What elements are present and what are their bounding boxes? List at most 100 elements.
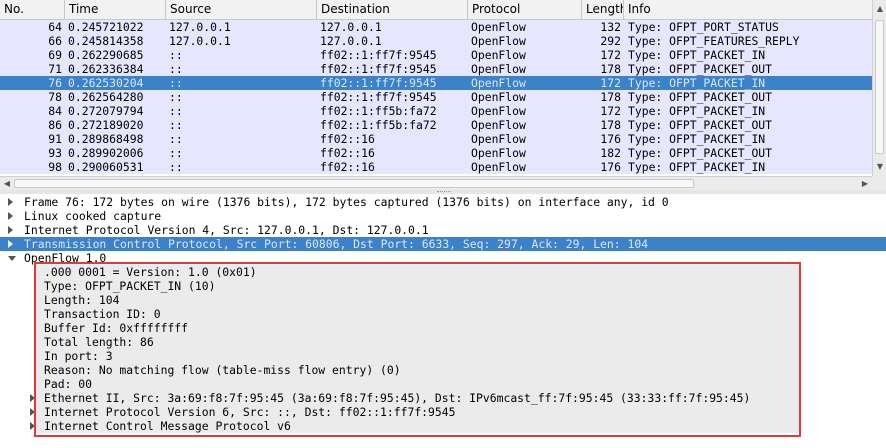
packet-cell-proto: OpenFlow	[471, 146, 526, 160]
packet-cell-time: 0.289902006	[68, 146, 144, 160]
packet-cell-len: 182	[600, 146, 621, 160]
packet-row[interactable]: 86 0.272189020:: ff02::1:ff5b:fa72 OpenFlow…	[0, 118, 872, 132]
packet-row[interactable]: 84 0.272079794:: ff02::1:ff5b:fa72 OpenFlow…	[0, 104, 872, 118]
openflow-field-row[interactable]: Transaction ID: 0	[34, 307, 801, 321]
expand-triangle-icon[interactable]	[30, 394, 35, 402]
packet-row[interactable]: 71 0.262336384:: ff02::1:ff7f:9545 OpenFlow…	[0, 62, 872, 76]
packet-cell-len: 172	[600, 104, 621, 118]
protocol-tree-row[interactable]: Linux cooked capture	[0, 209, 886, 223]
openflow-field-row[interactable]: Ethernet II, Src: 3a:69:f8:7f:95:45 (3a:…	[30, 391, 801, 405]
packet-cell-no: 78	[48, 90, 62, 104]
column-header-time[interactable]: Time	[65, 0, 166, 19]
packet-row[interactable]: 93 0.289902006:: ff02::16 OpenFlow 182 Type: …	[0, 146, 872, 160]
packet-row[interactable]: 64 0.245721022 127.0.0.1 127.0.0.1 OpenFlow 1…	[0, 20, 872, 34]
openflow-field-row[interactable]: Buffer Id: 0xffffffff	[34, 321, 801, 335]
expand-triangle-icon[interactable]	[8, 212, 13, 220]
packet-cell-src: ::	[169, 90, 183, 104]
expand-triangle-icon[interactable]	[30, 422, 35, 430]
packet-cell-src: 127.0.0.1	[169, 34, 231, 48]
openflow-field-row[interactable]: Reason: No matching flow (table-miss flo…	[34, 363, 801, 377]
packet-cell-proto: OpenFlow	[471, 132, 526, 146]
tree-row-text: In port: 3	[44, 349, 113, 363]
packet-list-horizontal-scrollbar[interactable]: ◀ ▶	[0, 176, 872, 190]
tree-row-text: Pad: 00	[44, 377, 93, 391]
openflow-field-row[interactable]: Internet Control Message Protocol v6	[30, 419, 801, 433]
packet-cell-proto: OpenFlow	[471, 62, 526, 76]
packet-row[interactable]: 66 0.245814358 127.0.0.1 127.0.0.1 OpenFlow 2…	[0, 34, 872, 48]
packet-cell-dst: 127.0.0.1	[320, 34, 382, 48]
packet-cell-info: Type: OFPT_PACKET_IN	[628, 76, 766, 90]
scroll-right-arrow-icon[interactable]: ▶	[858, 177, 872, 190]
scroll-down-arrow-icon[interactable]: ▼	[873, 160, 886, 174]
openflow-field-row[interactable]: Length: 104	[34, 293, 801, 307]
packet-cell-info: Type: OFPT_FEATURES_REPLY	[628, 34, 800, 48]
column-header-length[interactable]: Length	[582, 0, 624, 19]
column-header-protocol[interactable]: Protocol	[468, 0, 582, 19]
protocol-tree-row[interactable]: Transmission Control Protocol, Src Port:…	[0, 237, 886, 251]
packet-cell-no: 76	[48, 76, 62, 90]
horizontal-scroll-thumb[interactable]	[14, 179, 694, 188]
protocol-tree-row[interactable]: Internet Protocol Version 4, Src: 127.0.…	[0, 223, 886, 237]
vertical-scroll-thumb[interactable]	[875, 20, 884, 154]
packet-cell-time: 0.262336384	[68, 62, 144, 76]
packet-row[interactable]: 98 0.290060531:: ff02::16 OpenFlow 176 Type: …	[0, 160, 872, 174]
collapse-triangle-icon[interactable]	[8, 256, 16, 261]
column-header-destination[interactable]: Destination	[317, 0, 468, 19]
packet-cell-info: Type: OFPT_PORT_STATUS	[628, 20, 779, 34]
packet-cell-dst: ff02::1:ff7f:9545	[320, 76, 437, 90]
tree-row-text: Internet Protocol Version 4, Src: 127.0.…	[24, 223, 429, 237]
packet-cell-time: 0.289868498	[68, 132, 144, 146]
packet-cell-len: 176	[600, 132, 621, 146]
column-header-info[interactable]: Info	[624, 0, 872, 19]
openflow-field-row[interactable]: In port: 3	[34, 349, 801, 363]
openflow-field-row[interactable]: Pad: 00	[34, 377, 801, 391]
packet-cell-no: 98	[48, 160, 62, 174]
expand-triangle-icon[interactable]	[8, 226, 13, 234]
packet-cell-src: ::	[169, 160, 183, 174]
packet-cell-len: 172	[600, 48, 621, 62]
packet-cell-info: Type: OFPT_PACKET_IN	[628, 132, 766, 146]
packet-details-pane: Frame 76: 172 bytes on wire (1376 bits),…	[0, 194, 886, 448]
tree-row-text: Length: 104	[44, 293, 120, 307]
packet-cell-dst: 127.0.0.1	[320, 20, 382, 34]
packet-cell-src: ::	[169, 76, 183, 90]
protocol-tree-row[interactable]: OpenFlow 1.0	[0, 251, 886, 265]
packet-row[interactable]: 91 0.289868498:: ff02::16 OpenFlow 176 Type: …	[0, 132, 872, 146]
expand-triangle-icon[interactable]	[30, 408, 35, 416]
tree-row-text: OpenFlow 1.0	[24, 251, 107, 265]
packet-row[interactable]: 69 0.262290685:: ff02::1:ff7f:9545 OpenFlow…	[0, 48, 872, 62]
openflow-field-row[interactable]: Total length: 86	[34, 335, 801, 349]
packet-cell-time: 0.290060531	[68, 160, 144, 174]
packet-cell-info: Type: OFPT_PACKET_IN	[628, 48, 766, 62]
packet-cell-proto: OpenFlow	[471, 90, 526, 104]
scroll-corner	[872, 176, 886, 190]
openflow-field-row[interactable]: Internet Protocol Version 6, Src: ::, Ds…	[30, 405, 801, 419]
expand-triangle-icon[interactable]	[8, 198, 13, 206]
column-header-source[interactable]: Source	[166, 0, 317, 19]
packet-cell-time: 0.272189020	[68, 118, 144, 132]
openflow-field-row[interactable]: .000 0001 = Version: 1.0 (0x01)	[34, 265, 801, 279]
packet-cell-proto: OpenFlow	[471, 34, 526, 48]
packet-cell-proto: OpenFlow	[471, 104, 526, 118]
column-header-no[interactable]: No.	[0, 0, 65, 19]
packet-row[interactable]: 76 0.262530204:: ff02::1:ff7f:9545 OpenFlow…	[0, 76, 872, 90]
packet-cell-no: 66	[48, 34, 62, 48]
packet-list-vertical-scrollbar[interactable]: ▲ ▼	[872, 0, 886, 176]
openflow-field-row[interactable]: Type: OFPT_PACKET_IN (10)	[34, 279, 801, 293]
packet-row[interactable]: 78 0.262564280:: ff02::1:ff7f:9545 OpenFlow…	[0, 90, 872, 104]
expand-triangle-icon[interactable]	[8, 240, 13, 248]
tree-row-text: Ethernet II, Src: 3a:69:f8:7f:95:45 (3a:…	[44, 391, 751, 405]
packet-cell-no: 69	[48, 48, 62, 62]
scroll-up-arrow-icon[interactable]: ▲	[873, 2, 886, 16]
packet-cell-no: 71	[48, 62, 62, 76]
tree-row-text: Linux cooked capture	[24, 209, 162, 223]
packet-cell-no: 91	[48, 132, 62, 146]
packet-cell-info: Type: OFPT_PACKET_IN	[628, 104, 766, 118]
packet-cell-time: 0.262564280	[68, 90, 144, 104]
packet-cell-dst: ff02::16	[320, 146, 375, 160]
packet-cell-len: 178	[600, 90, 621, 104]
protocol-tree-row[interactable]: Frame 76: 172 bytes on wire (1376 bits),…	[0, 195, 886, 209]
packet-cell-dst: ff02::1:ff7f:9545	[320, 90, 437, 104]
packet-cell-info: Type: OFPT_PACKET_OUT	[628, 62, 773, 76]
scroll-left-arrow-icon[interactable]: ◀	[0, 177, 14, 190]
